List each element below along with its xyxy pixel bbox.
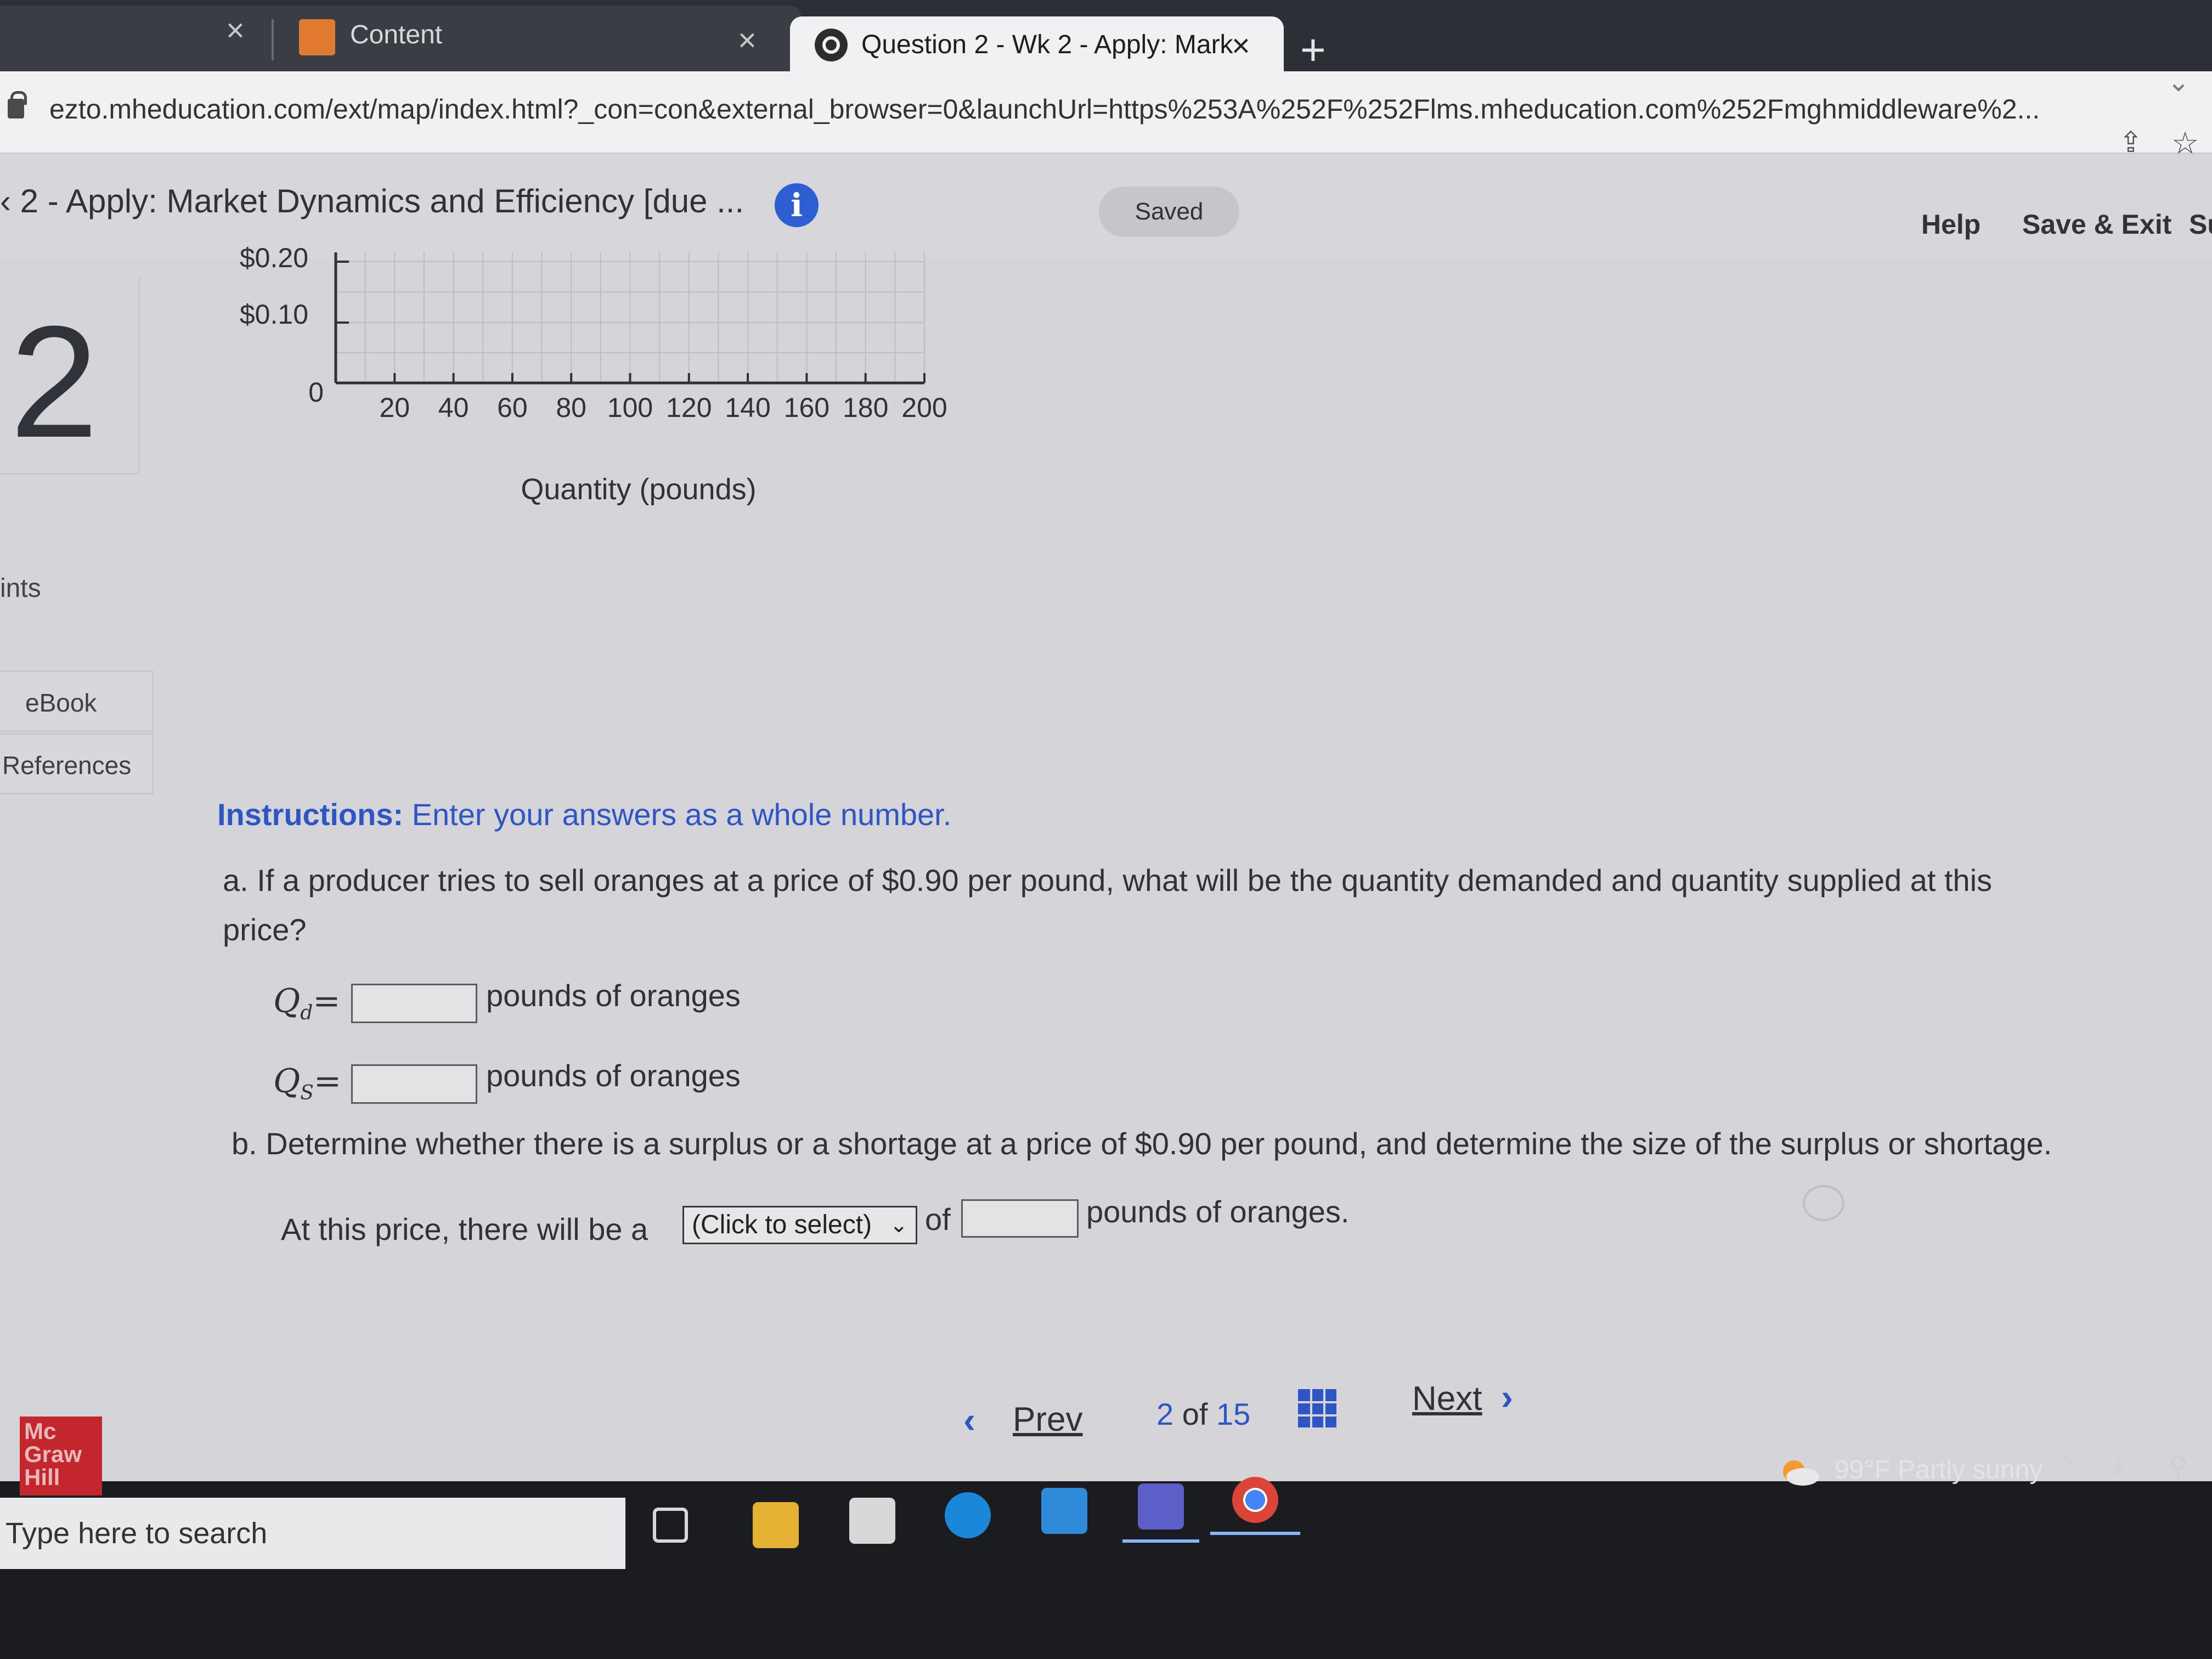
chevron-down-icon[interactable]: ⌄ (2167, 66, 2190, 98)
equals-sign: = (313, 982, 341, 1020)
close-tab-icon[interactable]: × (1232, 27, 1250, 64)
x-tick-label: 200 (901, 392, 947, 423)
qd-subscript: d (300, 1002, 313, 1024)
mcgraw-hill-logo: Mc Graw Hill (20, 1417, 102, 1496)
tab-label: Content (350, 20, 443, 49)
hint-icon (1803, 1185, 1844, 1221)
prev-chevron-icon[interactable]: ‹ (963, 1399, 975, 1441)
question-number: 2 (10, 293, 99, 471)
volume-icon[interactable]: ♪ (2112, 1451, 2125, 1480)
close-tab-icon[interactable]: × (226, 12, 245, 49)
tab-question[interactable]: Question 2 - Wk 2 - Apply: Mark × (790, 16, 1284, 77)
submit-button[interactable]: Su (2189, 208, 2212, 240)
x-tick-label: 100 (607, 392, 653, 423)
globe-icon (815, 29, 848, 61)
chrome-icon[interactable] (1232, 1477, 1278, 1523)
origin-label: 0 (308, 377, 324, 408)
total-questions: 15 (1216, 1397, 1251, 1431)
logo-line: Hill (24, 1464, 60, 1490)
x-axis-label: Quantity (pounds) (521, 473, 756, 506)
new-tab-button[interactable]: + (1300, 25, 1326, 75)
x-tick-group: 20 40 60 80 100 120 140 160 180 200 (379, 373, 947, 423)
y-tick-label: $0.20 (240, 242, 308, 273)
part-b-prompt: b. Determine whether there is a surplus … (232, 1126, 2052, 1161)
teams-icon[interactable] (1138, 1483, 1184, 1530)
part-b-suffix: pounds of oranges. (1086, 1194, 1350, 1229)
part-a-line2: price? (223, 912, 307, 947)
question-grid-icon[interactable] (1298, 1389, 1336, 1427)
logo-line: Mc (24, 1418, 57, 1444)
surplus-shortage-select[interactable]: (Click to select) ⌄ (682, 1206, 917, 1244)
url-text[interactable]: ezto.mheducation.com/ext/map/index.html?… (49, 93, 2096, 125)
page-of-label: of (1182, 1397, 1208, 1431)
part-b-prefix: At this price, there will be a (281, 1212, 648, 1246)
mail-icon[interactable] (1041, 1488, 1087, 1534)
qd-input[interactable] (351, 984, 477, 1023)
share-icon[interactable]: ⇪ (2119, 126, 2143, 159)
x-tick-label: 140 (725, 392, 770, 423)
close-tab-icon[interactable]: × (738, 22, 757, 59)
y-tick-label: $0.10 (240, 299, 308, 330)
x-tick-label: 40 (438, 392, 469, 423)
qd-label: Qd= (273, 982, 341, 1024)
part-b-of: of (925, 1202, 951, 1237)
tab-content[interactable]: × Content × (0, 5, 801, 71)
next-chevron-icon[interactable]: › (1501, 1376, 1513, 1418)
qs-label: QS= (273, 1062, 341, 1104)
qd-unit: pounds of oranges (486, 978, 741, 1013)
x-tick-label: 180 (843, 392, 888, 423)
help-button[interactable]: Help (1921, 208, 1980, 240)
page-indicator[interactable]: 2 of 15 (1156, 1396, 1250, 1432)
address-bar[interactable]: ezto.mheducation.com/ext/map/index.html?… (0, 66, 2212, 160)
weather-readout[interactable]: 99°F Partly sunny (1835, 1455, 2042, 1485)
chrome-active-indicator (1210, 1532, 1300, 1535)
instructions-label: Instructions: (217, 797, 404, 832)
equals-sign: = (313, 1062, 342, 1101)
lock-icon (8, 91, 27, 119)
qd-symbol: Q (273, 982, 301, 1020)
qs-symbol: Q (273, 1062, 301, 1101)
select-value: (Click to select) (692, 1210, 872, 1239)
saved-status-badge: Saved (1099, 187, 1239, 237)
file-explorer-icon[interactable] (753, 1502, 799, 1548)
x-tick-label: 20 (379, 392, 410, 423)
x-tick-label: 120 (666, 392, 712, 423)
x-tick-label: 60 (497, 392, 528, 423)
part-a-line1: a. If a producer tries to sell oranges a… (223, 863, 1993, 898)
partly-sunny-icon (1783, 1460, 1819, 1486)
instructions: Instructions: Enter your answers as a wh… (217, 797, 951, 832)
points-label: ints (0, 574, 41, 603)
surplus-shortage-amount-input[interactable] (961, 1199, 1079, 1238)
teams-active-indicator (1122, 1539, 1199, 1543)
tab-label: Question 2 - Wk 2 - Apply: Mark (861, 30, 1233, 59)
qs-unit: pounds of oranges (486, 1058, 741, 1093)
content-favicon-icon (299, 19, 335, 55)
store-icon[interactable] (849, 1498, 895, 1544)
tab-divider (272, 19, 274, 60)
info-icon[interactable]: i (775, 183, 819, 227)
ebook-button[interactable]: eBook (0, 670, 154, 732)
save-exit-button[interactable]: Save & Exit (2022, 208, 2171, 240)
references-button[interactable]: References (0, 733, 154, 794)
prev-button[interactable]: Prev (1013, 1400, 1082, 1439)
chevron-up-icon[interactable]: ^ (2061, 1451, 2073, 1480)
browser-tab-bar: × Content × Question 2 - Wk 2 - Apply: M… (0, 0, 2212, 77)
qs-input[interactable] (351, 1064, 477, 1104)
x-tick-label: 80 (556, 392, 586, 423)
instructions-text: Enter your answers as a whole number. (411, 797, 952, 832)
qs-subscript: S (300, 1082, 314, 1104)
chevron-down-icon: ⌄ (889, 1213, 908, 1237)
task-view-icon[interactable] (653, 1508, 688, 1543)
x-tick-label: 160 (784, 392, 830, 423)
edge-icon[interactable] (945, 1492, 991, 1538)
logo-line: Graw (24, 1441, 82, 1467)
chart-grid (336, 252, 925, 383)
current-question: 2 (1156, 1397, 1174, 1431)
supply-demand-chart: 20 40 60 80 100 120 140 160 180 200 $0.20 $0.10 0… (240, 242, 947, 506)
taskbar-search[interactable]: Type here to search (0, 1498, 625, 1569)
network-icon[interactable]: ⚲ (2169, 1451, 2188, 1480)
next-button[interactable]: Next (1412, 1379, 1482, 1418)
part-a-prompt: a. If a producer tries to sell oranges a… (223, 856, 1992, 955)
assignment-title[interactable]: ‹ 2 - Apply: Market Dynamics and Efficie… (0, 182, 744, 220)
